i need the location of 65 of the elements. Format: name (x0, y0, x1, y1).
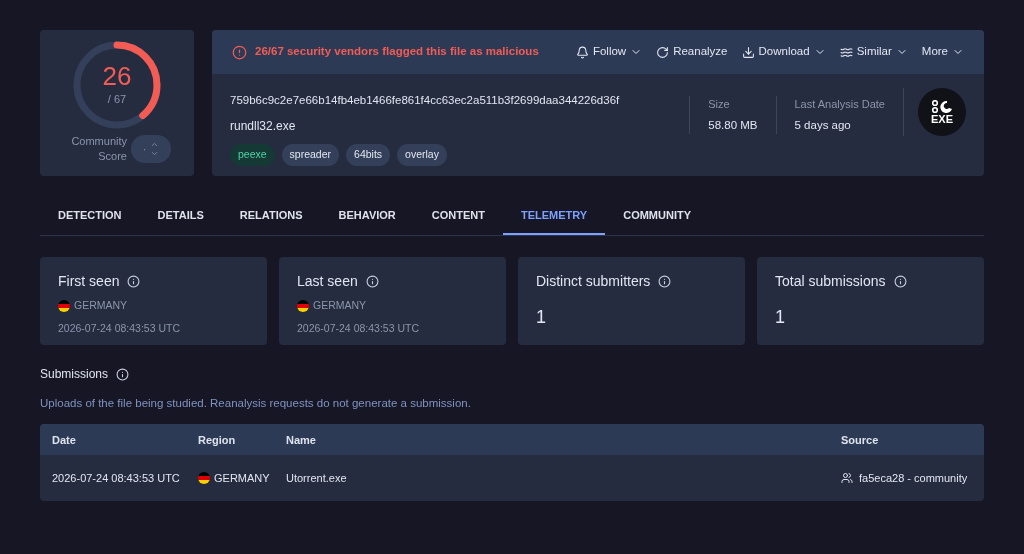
file-hash: 759b6c9c2e7e66b14fb4eb1466fe861f4cc63ec2a511b3f2699daa344226d36f (230, 93, 621, 108)
action-button[interactable]: More (921, 43, 964, 61)
score-total: / 67 (107, 91, 127, 107)
stat-value: 1 (536, 306, 547, 329)
waves-icon (839, 45, 853, 59)
tab[interactable]: DETAILS (139, 197, 222, 235)
download-icon (741, 45, 755, 59)
action-button[interactable]: Similar (839, 43, 908, 61)
section-description: Uploads of the file being studied. Reanalysis requests do not generate a submission. (40, 396, 472, 411)
info-icon (893, 275, 907, 288)
timestamp: 2026-07-24 08:43:53 UTC (58, 320, 181, 336)
up-vote-icon[interactable] (150, 140, 160, 149)
info-icon (658, 275, 672, 288)
table-cell-text: GERMANY (214, 471, 270, 486)
column-header: Date (52, 432, 77, 448)
action-button[interactable]: Reanalyze (656, 43, 728, 61)
action-button[interactable]: Download (741, 43, 826, 61)
stat-title: Total submissions (775, 272, 886, 291)
alert-icon (232, 44, 247, 60)
tag[interactable]: 64bits (346, 144, 391, 166)
column-header: Source (841, 432, 880, 448)
tag[interactable]: overlay (397, 144, 447, 166)
table-cell-text: 2026-07-24 08:43:53 UTC (52, 471, 181, 486)
reload-icon (656, 45, 670, 59)
country: GERMANY (313, 298, 367, 313)
column-header: Name (286, 432, 317, 448)
gears-icon (931, 99, 953, 114)
flag-icon (198, 472, 210, 485)
flag-icon (58, 299, 70, 312)
timestamp: 2026-07-24 08:43:53 UTC (297, 320, 420, 336)
table-cell-text: Utorrent.exe (286, 471, 348, 486)
down-vote-icon[interactable] (150, 149, 160, 158)
column-header: Region (198, 432, 237, 448)
tab[interactable]: COMMUNITY (605, 197, 710, 235)
tab[interactable]: CONTENT (413, 197, 503, 235)
tab[interactable]: RELATIONS (221, 197, 321, 235)
info-icon (365, 275, 379, 288)
flag-icon (297, 299, 309, 312)
tab[interactable]: TELEMETRY (503, 197, 606, 235)
table-cell-text: fa5eca28 - community (859, 471, 968, 486)
community-score-label: Community Score (70, 134, 127, 164)
tab[interactable]: BEHAVIOR (320, 197, 414, 235)
stat-title: Last seen (297, 272, 358, 291)
info-icon (127, 275, 141, 288)
action-button[interactable]: Follow (575, 43, 643, 61)
tag[interactable]: spreader (281, 144, 340, 166)
date-label: Last Analysis Date (794, 97, 885, 112)
file-type-text: EXE (931, 113, 953, 125)
stat-title: First seen (58, 272, 120, 291)
community-score-vote[interactable]: · (131, 135, 171, 163)
date-value: 5 days ago (794, 117, 852, 133)
alert-text: 26/67 security vendors flagged this file as malicious (255, 44, 539, 60)
score-value: 26 (102, 62, 132, 89)
size-label: Size (708, 97, 731, 112)
tab[interactable]: DETECTION (40, 197, 140, 235)
tag[interactable]: peexe (230, 144, 275, 166)
stat-title: Distinct submitters (536, 272, 651, 291)
stat-value: 1 (775, 306, 786, 329)
file-name: rundll32.exe (230, 118, 297, 136)
size-value: 58.80 MB (708, 117, 758, 133)
country: GERMANY (74, 298, 128, 313)
bell-icon (575, 45, 589, 59)
section-title: Submissions (40, 366, 109, 383)
info-icon (116, 367, 130, 381)
users-icon (841, 472, 853, 485)
